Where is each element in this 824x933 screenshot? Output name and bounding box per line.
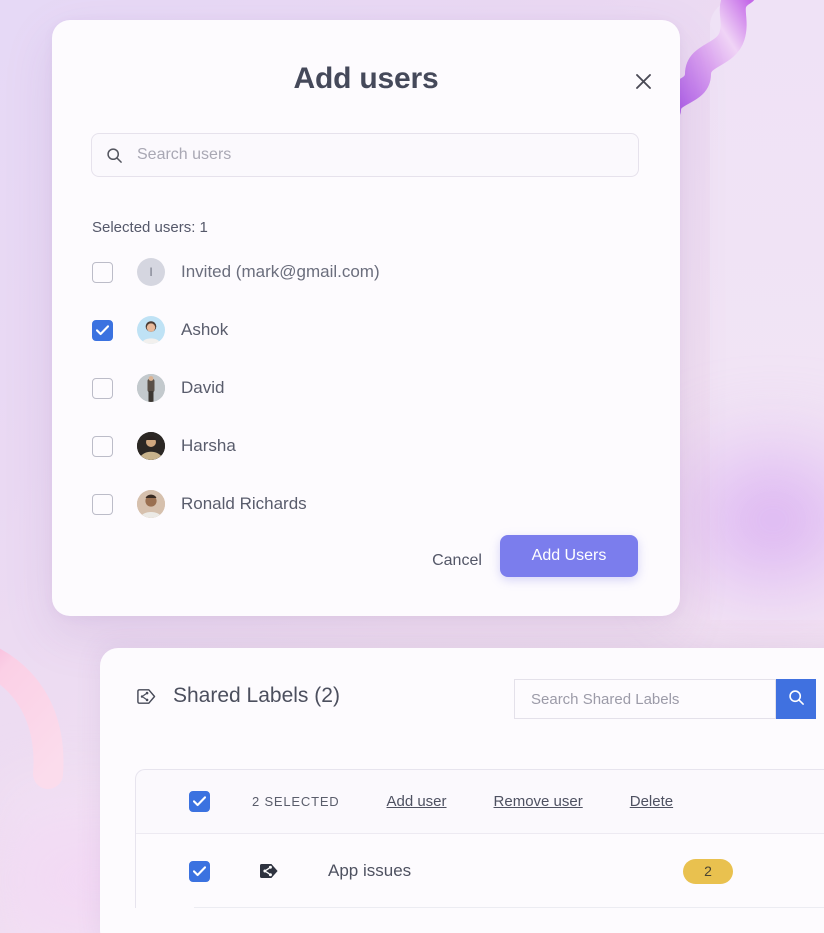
avatar [137, 316, 165, 344]
search-users-box[interactable] [91, 133, 639, 177]
delete-action[interactable]: Delete [630, 793, 673, 810]
avatar-initial: I [149, 265, 153, 279]
page-root: Add users Selected users: 1 [0, 0, 824, 933]
avatar [137, 490, 165, 518]
row-divider [194, 907, 824, 908]
user-checkbox[interactable] [92, 377, 113, 399]
status-badge: 2 [683, 858, 733, 884]
add-user-action[interactable]: Add user [386, 793, 446, 810]
user-name: Harsha [181, 436, 236, 455]
shared-labels-card: Shared Labels (2) 2 SELECTED A [100, 648, 824, 933]
search-icon [106, 147, 123, 164]
user-name: Ronald Richards [181, 494, 307, 513]
user-checkbox[interactable] [92, 261, 113, 283]
label-name: App issues [328, 861, 412, 880]
background-panel-right [710, 0, 824, 620]
user-checkbox[interactable] [92, 493, 113, 515]
shared-labels-header: Shared Labels (2) [136, 684, 340, 708]
user-checkbox[interactable] [92, 435, 113, 457]
search-input[interactable] [137, 146, 567, 164]
user-name: Invited (mark@gmail.com) [181, 262, 380, 281]
list-item[interactable]: David [92, 368, 612, 408]
avatar: I [137, 258, 165, 286]
close-icon[interactable] [626, 64, 660, 98]
list-item[interactable]: I Invited (mark@gmail.com) [92, 252, 612, 292]
user-name: David [181, 378, 225, 397]
search-icon [788, 689, 805, 709]
add-users-modal: Add users Selected users: 1 [52, 20, 680, 616]
page-title: Add users [293, 62, 439, 95]
add-users-button[interactable]: Add Users [500, 535, 638, 577]
selected-users-count: Selected users: 1 [92, 219, 208, 236]
list-item[interactable]: Ronald Richards [92, 484, 612, 524]
cancel-button[interactable]: Cancel [402, 541, 512, 581]
select-all-checkbox[interactable] [189, 791, 210, 812]
table-toolbar: 2 SELECTED Add user Remove user Delete [136, 770, 824, 834]
share-tag-icon [258, 860, 280, 882]
selected-count-label: 2 SELECTED [252, 794, 340, 809]
table-row[interactable]: App issues 2 [136, 834, 824, 908]
row-checkbox[interactable] [189, 860, 210, 882]
user-checkbox[interactable] [92, 319, 113, 341]
shared-labels-search-box[interactable] [514, 679, 776, 719]
user-list: I Invited (mark@gmail.com) Ashok David H… [92, 252, 640, 518]
share-tag-icon [136, 686, 157, 707]
shared-labels-table: 2 SELECTED Add user Remove user Delete A… [135, 769, 824, 908]
shared-labels-search-button[interactable] [776, 679, 816, 719]
remove-user-action[interactable]: Remove user [494, 793, 583, 810]
avatar [137, 374, 165, 402]
shared-labels-title: Shared Labels (2) [173, 684, 340, 707]
list-item[interactable]: Harsha [92, 426, 612, 466]
shared-labels-search-input[interactable] [531, 690, 761, 708]
user-name: Ashok [181, 320, 229, 339]
list-item[interactable]: Ashok [92, 310, 612, 350]
avatar [137, 432, 165, 460]
pink-arc-decoration [0, 648, 64, 789]
